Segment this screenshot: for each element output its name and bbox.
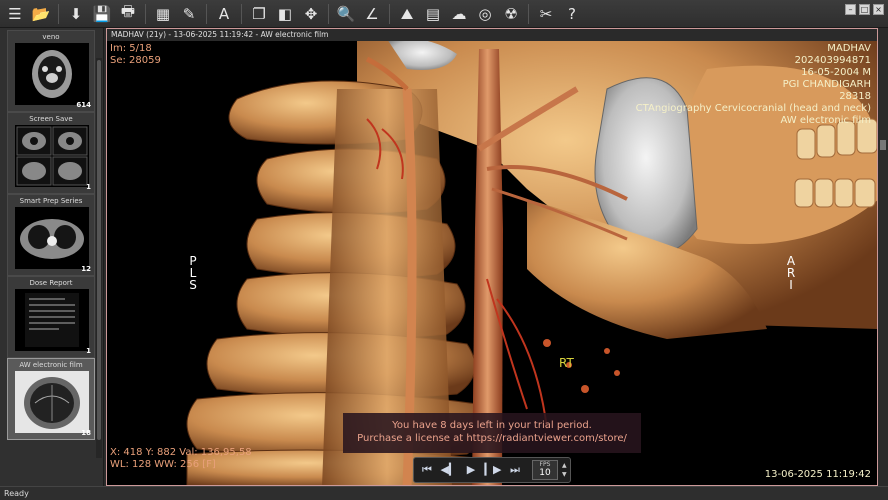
film-card-icon[interactable]: ▤ <box>420 2 446 26</box>
dose-icon[interactable]: ☢ <box>498 2 524 26</box>
series-image-count: 614 <box>76 101 91 109</box>
image-viewport[interactable]: MADHAV (21y) - 13-06-2025 11:19:42 - AW … <box>106 28 878 486</box>
series-panel-scrollbar[interactable] <box>96 58 102 458</box>
fps-stepper[interactable]: ▲ ▼ <box>562 461 570 479</box>
series-item-veno[interactable]: veno 614 <box>7 30 95 112</box>
series-thumbnail <box>15 207 89 269</box>
toolbar-separator <box>58 3 59 24</box>
main-toolbar: ☰ 📂 ⬇ 💾 🖶 ▦ ✎ A ❐ ◧ ✥ 🔍 ∠ ⛰ ▤ ☁ ◎ ☢ ✂? <box>0 0 888 28</box>
download-icon[interactable]: ⬇ <box>63 2 89 26</box>
maximize-button[interactable]: □ <box>859 4 870 15</box>
overlay-bottom-left: X: 418 Y: 882 Val: 136,95,58 WL: 128 WW:… <box>110 447 252 471</box>
orientation-letter: S <box>189 278 197 292</box>
series-thumbnail <box>15 289 89 351</box>
window-controls: – □ × <box>845 4 884 15</box>
toolbar-separator <box>328 3 329 24</box>
series-thumbnail <box>15 43 89 105</box>
first-frame-icon[interactable]: ⏮ <box>418 461 436 479</box>
measure-tool-icon[interactable]: ✎ <box>176 2 202 26</box>
fps-field[interactable]: FPS 10 <box>532 460 558 480</box>
help-icon[interactable]: ? <box>559 2 585 26</box>
overlay-bottom-right: 13-06-2025 11:19:42 <box>765 469 871 481</box>
toolbar-separator <box>206 3 207 24</box>
toolbar-separator <box>145 3 146 24</box>
patient-name: MADHAV <box>827 43 871 54</box>
series-title: AW electronic film <box>19 361 83 369</box>
pixel-readout: X: 418 Y: 882 Val: 136,95,58 <box>110 447 252 458</box>
study-description: CTAngiography Cervicocranial (head and n… <box>635 103 871 114</box>
tools-icon[interactable]: ✂ <box>533 2 559 26</box>
fps-label: FPS <box>539 461 551 468</box>
status-bar: Ready <box>0 486 888 500</box>
series-thumbnail <box>15 125 89 187</box>
series-panel: veno 614 Screen Save 1 Smart Prep Series… <box>0 28 104 486</box>
study-number: 28318 <box>839 91 871 102</box>
patient-id: 202403994871 <box>794 55 871 66</box>
series-title: Screen Save <box>29 115 73 123</box>
scrollbar-thumb[interactable] <box>97 60 101 440</box>
print-icon[interactable]: 🖶 <box>115 2 141 26</box>
save-icon[interactable]: 💾 <box>89 2 115 26</box>
orientation-letter: I <box>789 278 793 292</box>
menu-icon[interactable]: ☰ <box>2 2 28 26</box>
orientation-left: PLS <box>187 255 199 291</box>
window-level: WL: 128 WW: 256 [F] <box>110 459 216 470</box>
scrollbar-thumb[interactable] <box>880 140 886 150</box>
open-folder-icon[interactable]: 📂 <box>28 2 54 26</box>
trial-notice-line1: You have 8 days left in your trial perio… <box>392 420 592 431</box>
sphere-icon[interactable]: ◎ <box>472 2 498 26</box>
layout-icon[interactable]: ▦ <box>150 2 176 26</box>
radiant-viewer-window: ☰ 📂 ⬇ 💾 🖶 ▦ ✎ A ❐ ◧ ✥ 🔍 ∠ ⛰ ▤ ☁ ◎ ☢ ✂? – □ × veno 614 Scre… <box>0 0 888 500</box>
series-image-count: 1 <box>86 347 91 355</box>
cine-player: ⏮ ◀▎ ▶ ▎▶ ⏭ FPS 10 ▲ ▼ <box>413 457 571 483</box>
previous-frame-icon[interactable]: ◀▎ <box>440 461 458 479</box>
play-icon[interactable]: ▶ <box>462 461 480 479</box>
angle-tool-icon[interactable]: ∠ <box>359 2 385 26</box>
series-description: AW electronic film <box>780 115 871 126</box>
close-button[interactable]: × <box>873 4 884 15</box>
next-frame-icon[interactable]: ▎▶ <box>484 461 502 479</box>
minimize-button[interactable]: – <box>845 4 856 15</box>
image-index: Im: 5/18 <box>110 43 152 54</box>
fps-value: 10 <box>539 468 551 478</box>
viewport-scrollbar[interactable] <box>878 28 888 486</box>
series-title: veno <box>42 33 60 41</box>
overlay-top-right: MADHAV 202403994871 16-05-2004 M PGI CHA… <box>636 43 871 127</box>
pan-move-icon[interactable]: ✥ <box>298 2 324 26</box>
window-level-icon[interactable]: ◧ <box>272 2 298 26</box>
series-item-screen-save[interactable]: Screen Save 1 <box>7 112 95 194</box>
3d-volume-icon[interactable]: ⛰ <box>394 2 420 26</box>
trial-notice-line2[interactable]: Purchase a license at https://radiantvie… <box>343 432 641 445</box>
text-annotation-icon[interactable]: A <box>211 2 237 26</box>
series-image-count: 1 <box>86 183 91 191</box>
series-number: Se: 28059 <box>110 55 161 66</box>
last-frame-icon[interactable]: ⏭ <box>506 461 524 479</box>
birth-date: 16-05-2004 M <box>801 67 871 78</box>
series-thumbnail <box>15 371 89 433</box>
institution: PGI CHANDIGARH <box>782 79 871 90</box>
series-item-aw-electronic-film[interactable]: AW electronic film 18 <box>7 358 95 440</box>
toolbar-separator <box>389 3 390 24</box>
cloud-icon[interactable]: ☁ <box>446 2 472 26</box>
series-image-count: 12 <box>81 265 91 273</box>
toolbar-separator <box>528 3 529 24</box>
orientation-right: ARI <box>785 255 797 291</box>
series-item-smart-prep[interactable]: Smart Prep Series 12 <box>7 194 95 276</box>
toolbar-separator <box>241 3 242 24</box>
overlay-top-left: Im: 5/18 Se: 28059 <box>110 43 161 67</box>
trial-notice: You have 8 days left in your trial perio… <box>343 413 641 453</box>
study-datetime: 13-06-2025 11:19:42 <box>764 469 871 480</box>
series-title: Smart Prep Series <box>19 197 83 205</box>
series-stack-icon[interactable]: ❐ <box>246 2 272 26</box>
viewport-title: MADHAV (21y) - 13-06-2025 11:19:42 - AW … <box>107 29 877 41</box>
zoom-icon[interactable]: 🔍 <box>333 2 359 26</box>
series-item-dose-report[interactable]: Dose Report 1 <box>7 276 95 358</box>
series-image-count: 18 <box>81 429 91 437</box>
rt-marker-label: RT <box>559 356 574 370</box>
series-title: Dose Report <box>29 279 73 287</box>
